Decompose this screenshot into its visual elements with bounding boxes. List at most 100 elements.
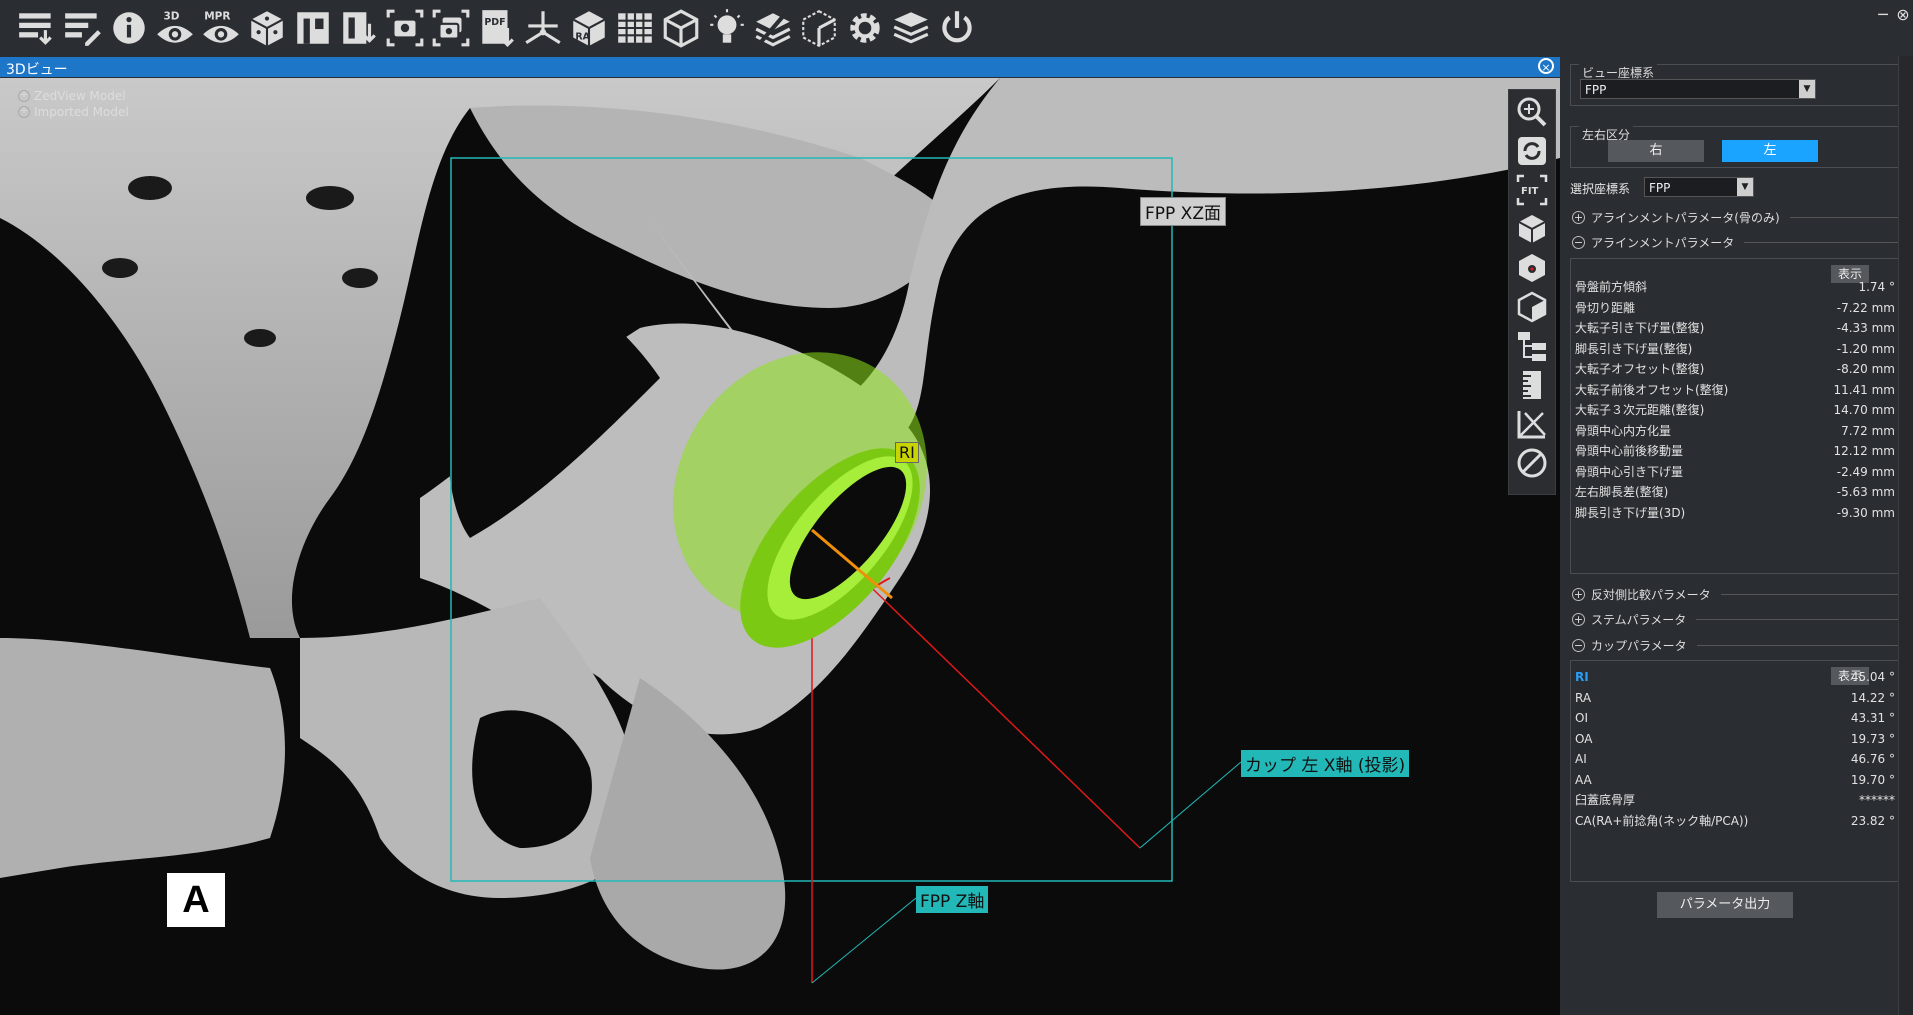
- divider: [1696, 644, 1905, 646]
- layer-slash-icon[interactable]: [750, 6, 796, 50]
- param-row[interactable]: CA(RA+前捻角(ネック軸/PCA)) 23.82 °: [1575, 811, 1895, 831]
- param-name: AA: [1575, 772, 1592, 787]
- screenshot-icon[interactable]: [382, 6, 428, 50]
- mpr-view-icon[interactable]: MPR: [198, 6, 244, 50]
- svg-text:RA: RA: [575, 32, 590, 43]
- section-stem[interactable]: + ステムパラメータ: [1572, 610, 1905, 628]
- param-row[interactable]: RI 45.04 °: [1575, 667, 1895, 687]
- param-row[interactable]: AA 19.70 °: [1575, 770, 1895, 790]
- close-window-button[interactable]: ⊗: [1892, 4, 1913, 26]
- param-row[interactable]: 骨頭中心引き下げ量 -2.49 mm: [1575, 462, 1895, 482]
- param-row[interactable]: 大転子オフセット(整復) -8.20 mm: [1575, 359, 1895, 379]
- param-value: 45.04 °: [1850, 670, 1895, 684]
- load-series-icon[interactable]: [14, 6, 60, 50]
- param-row[interactable]: 大転子引き下げ量(整復) -4.33 mm: [1575, 318, 1895, 338]
- expand-icon[interactable]: +: [1572, 612, 1585, 626]
- param-name: 骨頭中心前後移動量: [1575, 444, 1684, 458]
- collapse-icon[interactable]: −: [1572, 235, 1585, 249]
- expand-icon[interactable]: +: [1572, 210, 1585, 224]
- section-cup[interactable]: − カップパラメータ: [1572, 636, 1905, 654]
- model-tree-item[interactable]: + Imported Model: [18, 104, 129, 120]
- rotate-icon[interactable]: [1513, 133, 1551, 169]
- export-params-button[interactable]: パラメータ出力: [1657, 892, 1793, 918]
- param-row[interactable]: 脚長引き下げ量(3D) -9.30 mm: [1575, 503, 1895, 523]
- param-row[interactable]: 臼蓋底骨厚 ******: [1575, 790, 1895, 810]
- param-name: 骨頭中心内方化量: [1575, 423, 1672, 438]
- param-row[interactable]: OA 19.73 °: [1575, 729, 1895, 749]
- export-icon[interactable]: [336, 6, 382, 50]
- param-name: 大転子引き下げ量(整復): [1575, 321, 1705, 335]
- stack-icon[interactable]: [888, 6, 934, 50]
- chevron-down-icon: ▼: [1737, 178, 1753, 196]
- multi-screenshot-icon[interactable]: [428, 6, 474, 50]
- view-close-icon[interactable]: ×: [1538, 58, 1554, 74]
- section-label: カップパラメータ: [1591, 638, 1687, 653]
- view-title: 3Dビュー: [6, 62, 68, 78]
- minimize-button[interactable]: ─: [1872, 4, 1894, 26]
- divider: [1696, 618, 1905, 620]
- model-tree-label: ZedView Model: [34, 89, 126, 103]
- settings-icon[interactable]: [842, 6, 888, 50]
- expand-icon[interactable]: +: [18, 106, 30, 118]
- param-row[interactable]: OI 43.31 °: [1575, 708, 1895, 728]
- 3d-viewport[interactable]: + ZedView Model + Imported Model FPP XZ面 カ…: [0, 78, 1560, 1015]
- svg-text:FIT: FIT: [1521, 186, 1539, 197]
- 3d-view-icon[interactable]: 3D: [152, 6, 198, 50]
- cube-shade-icon[interactable]: [1513, 289, 1551, 325]
- view-toolstrip: FIT: [1508, 89, 1556, 495]
- model-tree-item[interactable]: + ZedView Model: [18, 88, 129, 104]
- model-tree: + ZedView Model + Imported Model: [18, 88, 129, 120]
- section-contra[interactable]: + 反対側比較パラメータ: [1572, 585, 1905, 603]
- measure-icon[interactable]: [1513, 406, 1551, 442]
- power-icon[interactable]: [934, 6, 980, 50]
- axis-icon[interactable]: [520, 6, 566, 50]
- cube-view-icon[interactable]: [1513, 211, 1551, 247]
- hierarchy-icon[interactable]: [1513, 328, 1551, 364]
- side-right-button[interactable]: 右: [1608, 140, 1704, 162]
- expand-icon[interactable]: +: [18, 90, 30, 102]
- grid-icon[interactable]: [612, 6, 658, 50]
- param-row[interactable]: 左右脚長差(整復) -5.63 mm: [1575, 482, 1895, 502]
- section-label: ステムパラメータ: [1591, 612, 1687, 627]
- panel-scrollbar[interactable]: [1898, 56, 1913, 1015]
- param-row[interactable]: AI 46.76 °: [1575, 749, 1895, 769]
- disable-icon[interactable]: [1513, 445, 1551, 481]
- svg-text:MPR: MPR: [204, 11, 230, 23]
- param-value: 1.74 °: [1858, 280, 1895, 294]
- param-row[interactable]: 脚長引き下げ量(整復) -1.20 mm: [1575, 339, 1895, 359]
- ruler-icon[interactable]: [1513, 367, 1551, 403]
- param-row[interactable]: 大転子３次元距離(整復) 14.70 mm: [1575, 400, 1895, 420]
- ra-box-icon[interactable]: RA: [566, 6, 612, 50]
- param-row[interactable]: 大転子前後オフセット(整復) 11.41 mm: [1575, 380, 1895, 400]
- select-coord-select[interactable]: FPP ▼: [1644, 177, 1754, 197]
- param-row[interactable]: 骨盤前方傾斜 1.74 °: [1575, 277, 1895, 297]
- box-wire-icon[interactable]: [796, 6, 842, 50]
- param-row[interactable]: 骨頭中心内方化量 7.72 mm: [1575, 421, 1895, 441]
- dice-icon[interactable]: [244, 6, 290, 50]
- param-value: -5.63 mm: [1836, 485, 1895, 499]
- layout-icon[interactable]: [290, 6, 336, 50]
- section-align-bone[interactable]: + アラインメントパラメータ(骨のみ): [1572, 208, 1905, 226]
- expand-icon[interactable]: +: [1572, 587, 1585, 601]
- info-icon[interactable]: [106, 6, 152, 50]
- collapse-icon[interactable]: −: [1572, 638, 1585, 652]
- pdf-export-icon[interactable]: PDF: [474, 6, 520, 50]
- section-align[interactable]: − アラインメントパラメータ: [1572, 233, 1905, 251]
- param-row[interactable]: 骨頭中心前後移動量 12.12 mm: [1575, 441, 1895, 461]
- divider: [1720, 593, 1905, 595]
- param-row[interactable]: RA 14.22 °: [1575, 688, 1895, 708]
- view-coord-select[interactable]: FPP ▼: [1580, 79, 1816, 99]
- param-name: 骨切り距離: [1575, 300, 1636, 315]
- edit-series-icon[interactable]: [60, 6, 106, 50]
- select-coord-label: 選択座標系: [1570, 182, 1631, 196]
- cube-icon[interactable]: [658, 6, 704, 50]
- param-value: 46.76 °: [1850, 752, 1895, 766]
- lightbulb-icon[interactable]: [704, 6, 750, 50]
- param-name: 臼蓋底骨厚: [1575, 793, 1636, 807]
- fit-icon[interactable]: FIT: [1513, 172, 1551, 208]
- zoom-icon[interactable]: [1513, 94, 1551, 130]
- cube-target-icon[interactable]: [1513, 250, 1551, 286]
- param-value: 11.41 mm: [1833, 382, 1895, 397]
- param-row[interactable]: 骨切り距離 -7.22 mm: [1575, 298, 1895, 318]
- side-left-button[interactable]: 左: [1722, 140, 1818, 162]
